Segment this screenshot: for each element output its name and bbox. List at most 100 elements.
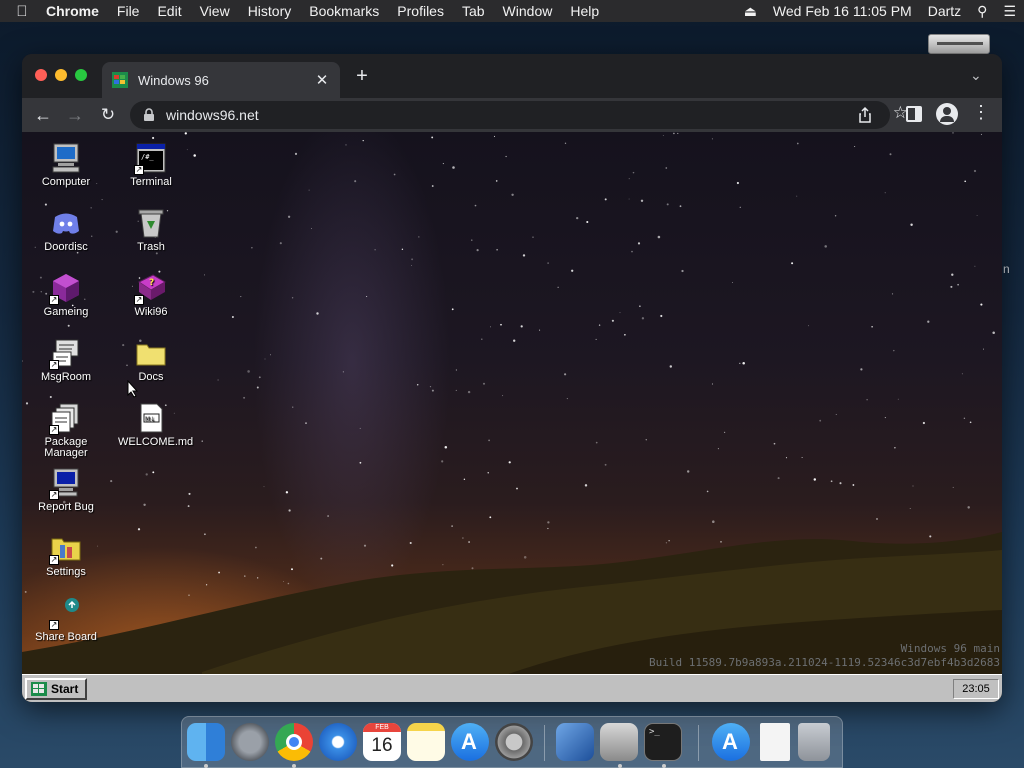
trash-icon[interactable]: [798, 723, 830, 761]
address-bar[interactable]: windows96.net ☆: [130, 101, 908, 129]
svg-text:/#_: /#_: [141, 153, 154, 161]
forward-arrow-icon[interactable]: →: [62, 102, 88, 128]
system-preferences-gear-icon[interactable]: [495, 723, 533, 761]
menu-view[interactable]: View: [191, 3, 239, 19]
profile-avatar-icon[interactable]: [936, 103, 958, 125]
browser-window: Windows 96 ✕ + ⌄ ← → ↻ windows96.net ☆ ⋮: [22, 54, 1002, 702]
shortcut-arrow-icon: ↗: [49, 555, 59, 565]
chevron-down-icon[interactable]: ⌄: [970, 67, 982, 84]
menu-help[interactable]: Help: [561, 3, 608, 19]
virtualbox-icon[interactable]: [556, 723, 594, 761]
tab-title: Windows 96: [138, 72, 209, 88]
windows96-desktop[interactable]: Computer Doordisc ↗ Gameing ↗ MsgRoom ↗ …: [22, 132, 1002, 702]
menu-app-name[interactable]: Chrome: [44, 3, 108, 19]
trash-bin-icon: [135, 207, 167, 239]
msgroom-icon: ↗: [49, 337, 82, 370]
app-store-glyph: A: [722, 729, 738, 754]
mouse-cursor-icon: [127, 380, 139, 398]
package-icon: ↗: [49, 402, 82, 435]
svg-text:?: ?: [149, 278, 154, 288]
desktop-icon-welcome-md[interactable]: M↓ WELCOME.md: [118, 402, 194, 448]
bug-report-monitor-icon: ↗: [49, 467, 82, 500]
dock-separator: [544, 725, 545, 761]
desktop-icon-gameing[interactable]: ↗ Gameing: [33, 272, 99, 318]
chrome-icon[interactable]: [275, 723, 313, 761]
desktop-icon-terminal[interactable]: /#_ ↗ Terminal: [118, 142, 184, 188]
menu-window[interactable]: Window: [494, 3, 562, 19]
tab-close-icon[interactable]: ✕: [312, 71, 332, 89]
document-icon[interactable]: [760, 723, 790, 761]
taskbar-clock[interactable]: 23:05: [953, 679, 999, 699]
running-indicator: [292, 764, 296, 768]
lock-icon[interactable]: [142, 108, 156, 122]
finder-icon[interactable]: [187, 723, 225, 761]
share-icon[interactable]: [856, 106, 874, 124]
more-menu-icon[interactable]: ⋮: [972, 102, 990, 123]
desktop-icon-doordisc[interactable]: Doordisc: [33, 207, 99, 253]
desktop-icon-trash[interactable]: Trash: [118, 207, 184, 253]
desktop-icon-wiki96[interactable]: ? ↗ Wiki96: [118, 272, 184, 318]
menu-user[interactable]: Dartz: [920, 3, 969, 19]
shortcut-arrow-icon: ↗: [134, 165, 144, 175]
calendar-month: FEB: [363, 723, 401, 732]
url-text[interactable]: windows96.net: [166, 107, 890, 123]
tab-windows96[interactable]: Windows 96 ✕: [102, 62, 340, 98]
control-center-icon[interactable]: ☰: [995, 3, 1024, 20]
icon-label: Wiki96: [134, 306, 168, 318]
menu-profiles[interactable]: Profiles: [388, 3, 453, 19]
discord-icon: [50, 207, 82, 239]
menu-edit[interactable]: Edit: [148, 3, 190, 19]
desktop-icon-computer[interactable]: Computer: [33, 142, 99, 188]
icon-label: Terminal: [130, 176, 172, 188]
windows-flag-icon: [31, 682, 47, 696]
calendar-icon[interactable]: FEB 16: [363, 723, 401, 761]
disk-drive-icon[interactable]: [928, 34, 990, 54]
dock-separator: [698, 725, 699, 761]
reload-icon[interactable]: ↻: [95, 102, 121, 128]
icon-label: Doordisc: [44, 241, 88, 253]
menu-datetime[interactable]: Wed Feb 16 11:05 PM: [765, 3, 920, 19]
launchpad-rocket-icon[interactable]: [231, 723, 269, 761]
desktop-icon-share-board[interactable]: ↗ Share Board: [33, 597, 99, 643]
notes-icon[interactable]: [407, 723, 445, 761]
browser-toolbar: ← → ↻ windows96.net ☆ ⋮: [22, 98, 1002, 132]
icon-label: Gameing: [43, 306, 89, 318]
back-arrow-icon[interactable]: ←: [30, 102, 56, 128]
icon-label: Computer: [41, 176, 91, 188]
menu-file[interactable]: File: [108, 3, 149, 19]
terminal-app-icon[interactable]: >_: [644, 723, 682, 761]
icon-label: Report Bug: [38, 501, 94, 513]
desktop-icon-report-bug[interactable]: ↗ Report Bug: [33, 467, 99, 513]
safari-compass-icon[interactable]: [319, 723, 357, 761]
svg-text:M↓: M↓: [145, 416, 155, 423]
shortcut-arrow-icon: ↗: [134, 295, 144, 305]
window-close-button[interactable]: [35, 69, 47, 81]
desktop-icon-settings[interactable]: ↗ Settings: [33, 532, 99, 578]
start-button[interactable]: Start: [25, 678, 87, 700]
windows-flag-icon: [112, 72, 128, 88]
app-store-downloads-icon[interactable]: A: [712, 723, 750, 761]
win96-taskbar: Start 23:05: [22, 674, 1002, 702]
spotlight-icon[interactable]: ⚲: [969, 3, 995, 20]
new-tab-icon[interactable]: +: [352, 66, 372, 86]
eject-icon[interactable]: ⏏: [736, 3, 765, 20]
window-minimize-button[interactable]: [55, 69, 67, 81]
icon-label: Trash: [137, 241, 165, 253]
desktop-icon-package-manager[interactable]: ↗ Package Manager: [33, 402, 99, 459]
menu-bar:  Chrome File Edit View History Bookmark…: [0, 0, 1024, 22]
app-store-icon[interactable]: A: [451, 723, 489, 761]
menu-history[interactable]: History: [239, 3, 301, 19]
disk-utility-icon[interactable]: [600, 723, 638, 761]
icon-label: Settings: [46, 566, 86, 578]
menu-bookmarks[interactable]: Bookmarks: [300, 3, 388, 19]
start-label: Start: [51, 682, 79, 696]
shortcut-arrow-icon: ↗: [49, 425, 59, 435]
desktop-icon-docs[interactable]: Docs: [118, 337, 184, 383]
window-zoom-button[interactable]: [75, 69, 87, 81]
desktop-icon-msgroom[interactable]: ↗ MsgRoom: [33, 337, 99, 383]
icon-label: WELCOME.md: [118, 436, 194, 448]
side-panel-icon[interactable]: [906, 106, 922, 122]
menu-tab[interactable]: Tab: [453, 3, 494, 19]
apple-icon[interactable]: : [0, 3, 44, 20]
build-version-line: Windows 96 main: [900, 642, 1000, 655]
